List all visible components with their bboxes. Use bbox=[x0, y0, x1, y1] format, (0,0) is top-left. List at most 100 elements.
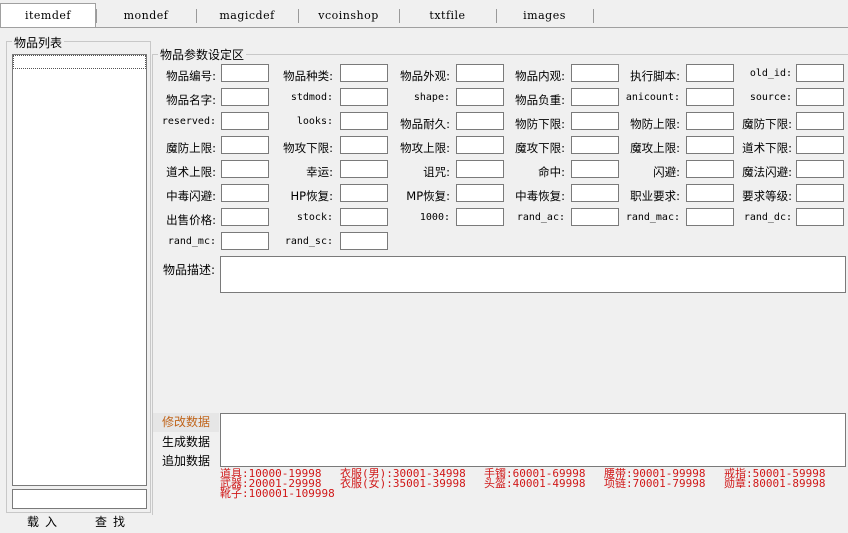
field-input[interactable] bbox=[221, 64, 269, 82]
field-input[interactable] bbox=[686, 136, 734, 154]
tab-txtfile[interactable]: txtfile bbox=[400, 6, 495, 26]
field-input[interactable] bbox=[221, 112, 269, 130]
field-input[interactable] bbox=[571, 64, 619, 82]
range-item: 衣服(女):35001-39998 bbox=[340, 477, 466, 490]
field-label: rand_sc: bbox=[284, 236, 333, 247]
field-label: 魔攻下限: bbox=[515, 141, 565, 155]
tab-baseline bbox=[0, 27, 848, 28]
field-input[interactable] bbox=[340, 88, 388, 106]
field-label: 物攻上限: bbox=[400, 141, 450, 155]
field-input[interactable] bbox=[686, 88, 734, 106]
field-input[interactable] bbox=[340, 232, 388, 250]
field-input[interactable] bbox=[456, 64, 504, 82]
search-input[interactable] bbox=[12, 489, 147, 509]
field-input[interactable] bbox=[456, 136, 504, 154]
output-textarea[interactable] bbox=[220, 413, 846, 467]
field-label: 魔防下限: bbox=[742, 117, 792, 131]
field-label: rand_ac: bbox=[516, 212, 565, 223]
field-input[interactable] bbox=[571, 112, 619, 130]
field-input[interactable] bbox=[796, 160, 844, 178]
tab-itemdef[interactable]: itemdef bbox=[0, 3, 96, 28]
field-label: 道术下限: bbox=[742, 141, 792, 155]
field-input[interactable] bbox=[686, 112, 734, 130]
field-input[interactable] bbox=[221, 88, 269, 106]
find-button[interactable]: 查找 bbox=[95, 513, 131, 530]
field-input[interactable] bbox=[340, 64, 388, 82]
range-item: 项链:70001-79998 bbox=[604, 477, 706, 490]
field-input[interactable] bbox=[456, 160, 504, 178]
tab-bar: itemdef mondef magicdef vcoinshop txtfil… bbox=[0, 0, 848, 32]
field-label: 道术上限: bbox=[166, 165, 216, 179]
field-input[interactable] bbox=[340, 208, 388, 226]
field-label: 物攻下限: bbox=[283, 141, 333, 155]
load-button[interactable]: 载入 bbox=[27, 513, 63, 530]
tab-images[interactable]: images bbox=[497, 6, 592, 26]
field-input[interactable] bbox=[340, 160, 388, 178]
field-input[interactable] bbox=[796, 184, 844, 202]
field-input[interactable] bbox=[686, 184, 734, 202]
field-input[interactable] bbox=[340, 184, 388, 202]
field-label: 物防下限: bbox=[515, 117, 565, 131]
field-input[interactable] bbox=[686, 208, 734, 226]
field-label: rand_dc: bbox=[743, 212, 792, 223]
field-label: reserved: bbox=[161, 116, 216, 127]
field-input[interactable] bbox=[221, 160, 269, 178]
tab-magicdef[interactable]: magicdef bbox=[197, 6, 297, 26]
description-input[interactable] bbox=[220, 256, 846, 293]
field-input[interactable] bbox=[221, 232, 269, 250]
field-label: looks: bbox=[296, 116, 333, 127]
generate-data-button[interactable]: 生成数据 bbox=[153, 433, 219, 452]
field-input[interactable] bbox=[796, 136, 844, 154]
field-input[interactable] bbox=[221, 184, 269, 202]
tab-vcoinshop[interactable]: vcoinshop bbox=[299, 6, 398, 26]
item-list-title: 物品列表 bbox=[12, 34, 65, 51]
field-label: MP恢复: bbox=[406, 189, 450, 203]
field-input[interactable] bbox=[340, 112, 388, 130]
field-input[interactable] bbox=[571, 184, 619, 202]
field-input[interactable] bbox=[686, 64, 734, 82]
field-label: 闪避: bbox=[653, 165, 680, 179]
field-label: 要求等级: bbox=[742, 189, 792, 203]
field-label: 物品外观: bbox=[400, 69, 450, 83]
item-params-title: 物品参数设定区 bbox=[158, 46, 247, 63]
field-input[interactable] bbox=[340, 136, 388, 154]
field-input[interactable] bbox=[456, 184, 504, 202]
item-list[interactable] bbox=[12, 54, 147, 486]
field-input[interactable] bbox=[456, 208, 504, 226]
field-input[interactable] bbox=[571, 208, 619, 226]
field-label: 执行脚本: bbox=[630, 69, 680, 83]
field-input[interactable] bbox=[796, 112, 844, 130]
field-input[interactable] bbox=[796, 208, 844, 226]
field-input[interactable] bbox=[571, 136, 619, 154]
field-label: 出售价格: bbox=[166, 213, 216, 227]
range-item: 靴子:100001-109998 bbox=[220, 487, 335, 500]
field-label: 中毒闪避: bbox=[166, 189, 216, 203]
list-focus-row[interactable] bbox=[13, 55, 146, 69]
field-label: stdmod: bbox=[290, 92, 333, 103]
field-label: rand_mc: bbox=[167, 236, 216, 247]
field-label: 物品负重: bbox=[515, 93, 565, 107]
field-input[interactable] bbox=[221, 136, 269, 154]
range-item: 勋章:80001-89998 bbox=[724, 477, 826, 490]
field-input[interactable] bbox=[456, 112, 504, 130]
field-label: 物防上限: bbox=[630, 117, 680, 131]
field-input[interactable] bbox=[571, 88, 619, 106]
field-input[interactable] bbox=[686, 160, 734, 178]
field-label: 物品名字: bbox=[166, 93, 216, 107]
field-label: anicount: bbox=[625, 92, 680, 103]
field-label: 魔攻上限: bbox=[630, 141, 680, 155]
field-input[interactable] bbox=[456, 88, 504, 106]
field-input[interactable] bbox=[796, 88, 844, 106]
field-label: stock: bbox=[296, 212, 333, 223]
field-input[interactable] bbox=[221, 208, 269, 226]
field-input[interactable] bbox=[796, 64, 844, 82]
modify-data-button[interactable]: 修改数据 bbox=[153, 413, 219, 432]
tab-mondef[interactable]: mondef bbox=[97, 6, 195, 26]
field-label: HP恢复: bbox=[290, 189, 333, 203]
append-data-button[interactable]: 追加数据 bbox=[153, 452, 219, 471]
field-label: 中毒恢复: bbox=[515, 189, 565, 203]
field-label: shape: bbox=[413, 92, 450, 103]
description-label: 物品描述: bbox=[163, 263, 216, 277]
field-input[interactable] bbox=[571, 160, 619, 178]
field-label: 诅咒: bbox=[423, 165, 450, 179]
